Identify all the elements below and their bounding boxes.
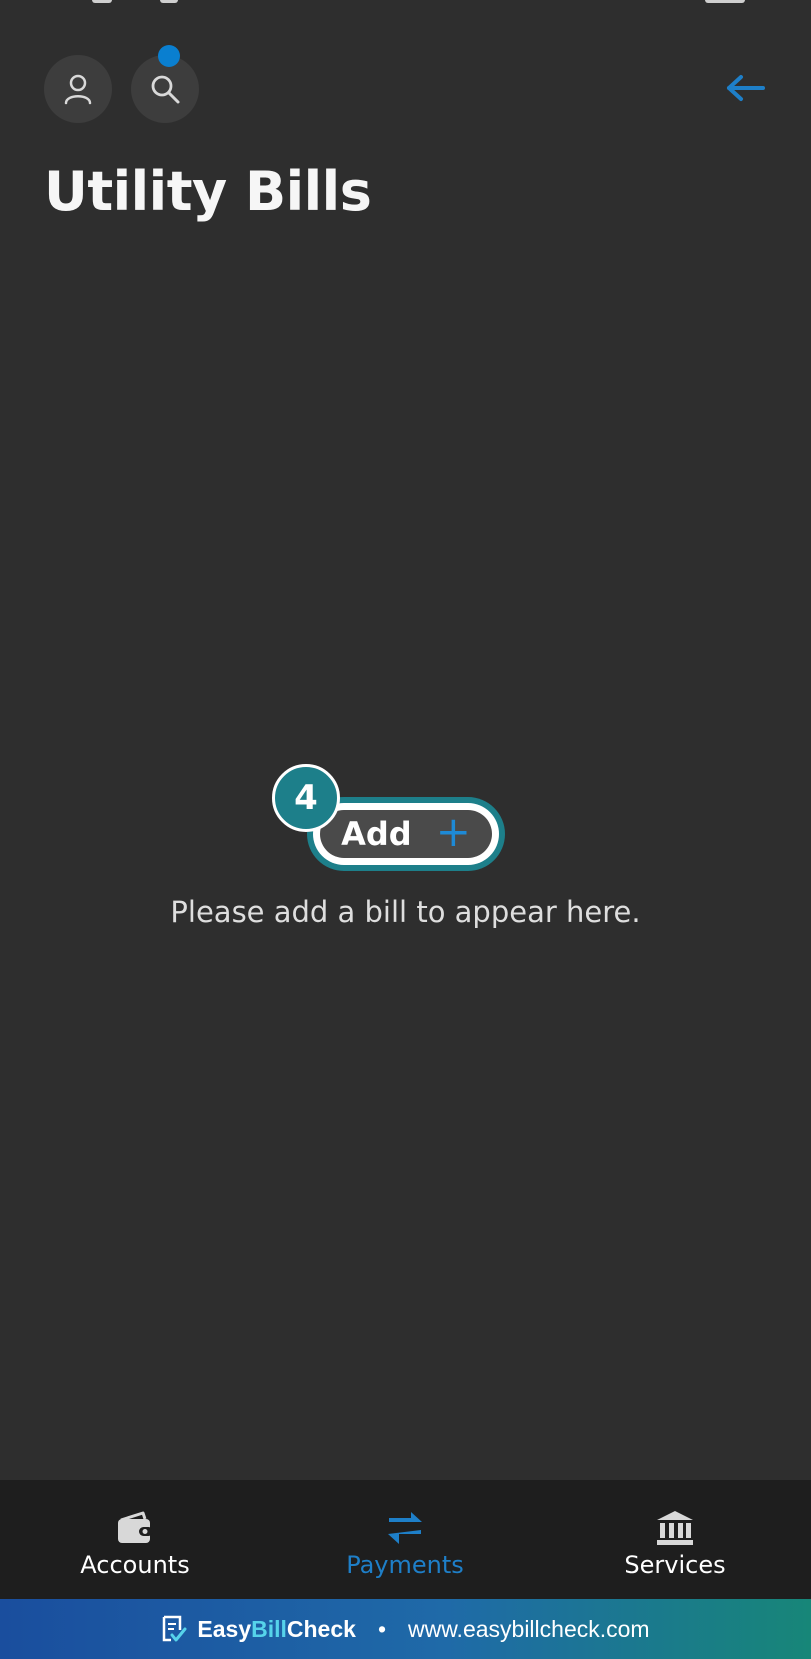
nav-label-accounts: Accounts (80, 1551, 190, 1579)
footer-url: www.easybillcheck.com (408, 1615, 650, 1642)
empty-state-message: Please add a bill to appear here. (170, 895, 641, 929)
plus-icon: + (435, 807, 471, 856)
status-bar (0, 0, 811, 6)
notification-dot (158, 45, 180, 67)
nav-item-accounts[interactable]: Accounts (0, 1480, 270, 1599)
person-icon (64, 74, 92, 105)
wallet-icon (118, 1511, 153, 1543)
page-title: Utility Bills (44, 160, 372, 223)
checklist-logo-icon (163, 1615, 187, 1642)
search-icon (151, 75, 180, 104)
bank-icon (657, 1511, 693, 1545)
profile-button[interactable] (44, 55, 112, 123)
add-button-label: Add (341, 815, 412, 853)
footer-banner: EasyBillCheck • www.easybillcheck.com (0, 1599, 811, 1659)
nav-item-services[interactable]: Services (540, 1480, 810, 1599)
bottom-nav: Accounts Payments Services (0, 1480, 811, 1599)
footer-separator: • (377, 1615, 386, 1642)
add-bill-button[interactable]: Add + (320, 810, 492, 858)
step-badge: 4 (272, 764, 340, 832)
nav-item-payments[interactable]: Payments (270, 1480, 540, 1599)
back-arrow-icon (727, 75, 765, 101)
back-button[interactable] (720, 65, 772, 111)
nav-label-services: Services (624, 1551, 726, 1579)
footer-brand: EasyBillCheck (197, 1615, 356, 1642)
nav-label-payments: Payments (346, 1551, 464, 1579)
transfer-arrows-icon (388, 1512, 422, 1544)
